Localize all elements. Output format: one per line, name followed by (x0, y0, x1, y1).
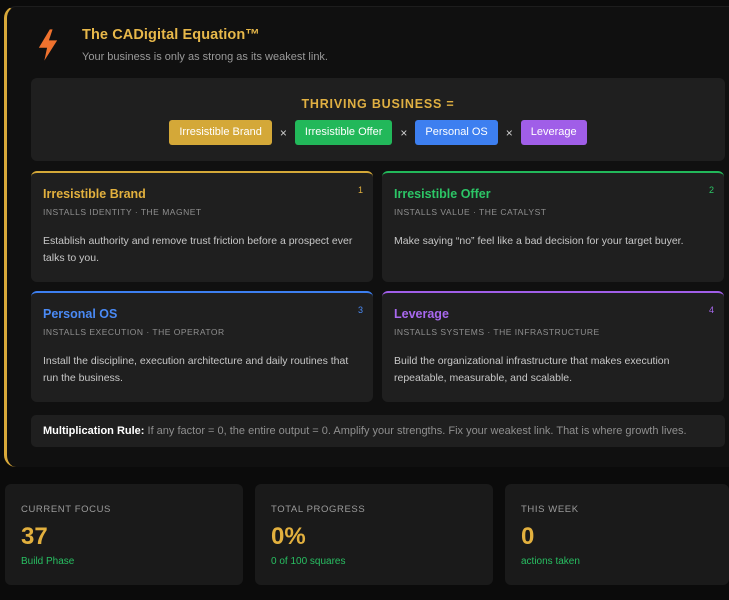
factor-chip-offer[interactable]: Irresistible Offer (294, 120, 393, 145)
multiplication-rule: Multiplication Rule: If any factor = 0, … (31, 415, 725, 447)
card-tagline: INSTALLS SYSTEMS · THE INFRASTRUCTURE (394, 327, 600, 337)
rule-text: If any factor = 0, the entire output = 0… (147, 425, 687, 437)
rule-label: Multiplication Rule: (43, 425, 145, 437)
card-tagline: INSTALLS VALUE · THE CATALYST (394, 207, 547, 217)
stat-subtext: Build Phase (21, 556, 75, 567)
lightning-bolt-icon (38, 29, 58, 61)
card-personal-os[interactable]: 3 Personal OS INSTALLS EXECUTION · THE O… (31, 291, 373, 402)
multiply-sign: × (279, 125, 287, 140)
stat-card-total-progress[interactable]: TOTAL PROGRESS 0% 0 of 100 squares (255, 484, 493, 585)
factor-chip-brand[interactable]: Irresistible Brand (169, 120, 272, 145)
card-description: Install the discipline, execution archit… (43, 355, 349, 384)
card-tagline: INSTALLS EXECUTION · THE OPERATOR (43, 327, 225, 337)
multiply-sign: × (505, 125, 513, 140)
equation-panel: The CADigital Equation™ Your business is… (4, 6, 729, 467)
stat-card-this-week[interactable]: THIS WEEK 0 actions taken (505, 484, 729, 585)
card-tagline: INSTALLS IDENTITY · THE MAGNET (43, 207, 202, 217)
card-number: 1 (357, 185, 363, 195)
card-number: 2 (708, 185, 714, 195)
multiply-sign: × (400, 125, 408, 140)
card-leverage[interactable]: 4 Leverage INSTALLS SYSTEMS · THE INFRAS… (382, 291, 724, 402)
equation-title: THRIVING BUSINESS = (301, 97, 455, 111)
card-title: Irresistible Brand (43, 187, 146, 201)
stat-label: TOTAL PROGRESS (271, 504, 366, 515)
factor-chip-personal-os[interactable]: Personal OS (415, 120, 498, 145)
stat-value: 37 (21, 523, 48, 550)
card-description: Make saying “no” feel like a bad decisio… (394, 235, 684, 247)
card-number: 4 (708, 305, 714, 315)
page-subtitle: Your business is only as strong as its w… (82, 51, 328, 63)
card-title: Personal OS (43, 307, 118, 321)
card-title: Leverage (394, 307, 449, 321)
equation-row: Irresistible Brand × Irresistible Offer … (31, 120, 725, 145)
stat-label: THIS WEEK (521, 504, 579, 515)
equation-box: THRIVING BUSINESS = Irresistible Brand ×… (31, 78, 725, 161)
stat-label: CURRENT FOCUS (21, 504, 111, 515)
card-irresistible-brand[interactable]: 1 Irresistible Brand INSTALLS IDENTITY ·… (31, 171, 373, 282)
factor-chip-leverage[interactable]: Leverage (520, 120, 587, 145)
card-description: Establish authority and remove trust fri… (43, 235, 353, 264)
stat-subtext: 0 of 100 squares (271, 556, 346, 567)
page-title: The CADigital Equation™ (82, 27, 260, 43)
stat-subtext: actions taken (521, 556, 580, 567)
card-title: Irresistible Offer (394, 187, 491, 201)
header: The CADigital Equation™ Your business is… (37, 27, 328, 63)
stat-value: 0% (271, 523, 306, 550)
stat-card-current-focus[interactable]: CURRENT FOCUS 37 Build Phase (5, 484, 243, 585)
card-description: Build the organizational infrastructure … (394, 355, 670, 384)
card-irresistible-offer[interactable]: 2 Irresistible Offer INSTALLS VALUE · TH… (382, 171, 724, 282)
stat-value: 0 (521, 523, 535, 550)
card-number: 3 (357, 305, 363, 315)
